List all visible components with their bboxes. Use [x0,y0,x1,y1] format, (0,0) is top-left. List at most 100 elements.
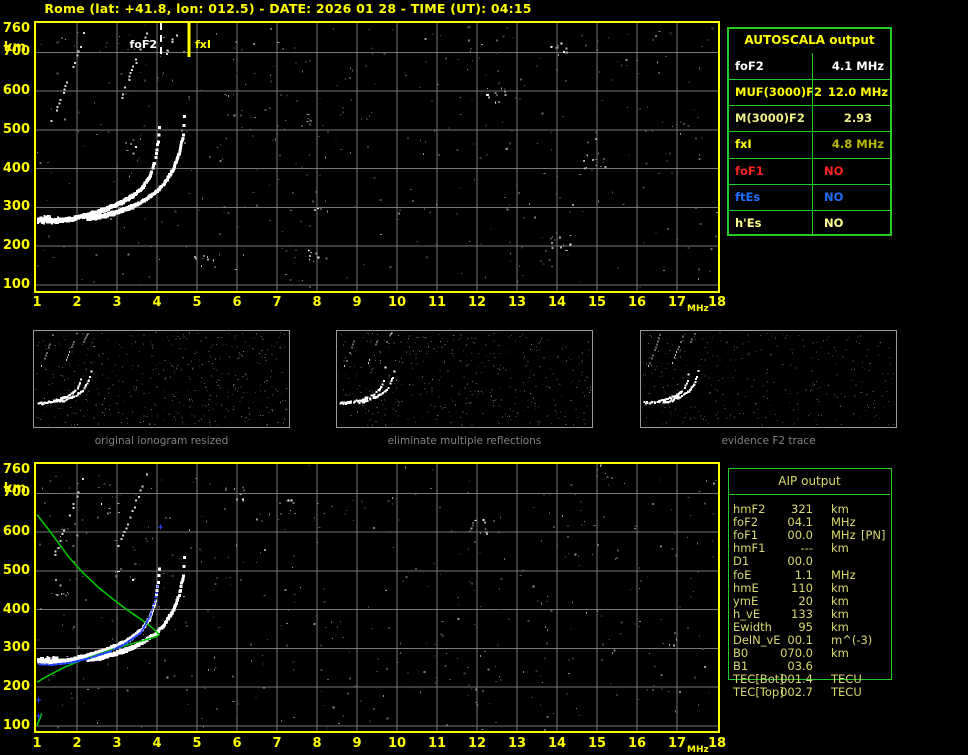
thumbnail-evidence-plot [642,332,895,426]
param-cell: fxI [735,137,752,152]
autoscala-table-column-divider [812,53,813,237]
unit-cell: m^(-3) [831,633,873,647]
x-axis-unit: MHz [687,745,709,755]
thumbnail-original-plot [35,332,288,426]
y-tick-label: 400 [2,160,30,176]
x-tick-label: 4 [152,736,162,751]
unit-cell: km [831,606,849,621]
thumbnail-caption: original ionogram resized [94,435,229,447]
value-cell: 04.1 [787,515,813,530]
value-cell: NO [824,189,844,204]
y-tick-label: 300 [2,199,30,215]
aip-table-title: AIP output [778,474,841,488]
table-row: ftEs NO [727,184,892,210]
y-tick-label: 300 [2,640,30,656]
table-row: foE 1.1 MHz [733,567,963,582]
x-tick-label: 4 [152,295,162,310]
x-tick-label: 1 [32,736,42,751]
aip-table-header-divider [729,494,890,495]
y-tick-label: 600 [2,524,30,540]
value-cell: 95 [798,619,813,634]
table-row: foF2 4.1 MHz [727,53,892,79]
x-tick-label: 15 [587,736,607,751]
param-cell: hmE [733,580,759,595]
thumbnail-eliminate-reflections [336,330,593,428]
value-cell: 00.0 [787,554,813,569]
param-cell: M(3000)F2 [735,111,805,126]
x-tick-label: 10 [387,295,407,310]
y-axis-unit: km [3,480,26,496]
x-tick-label: 7 [272,295,282,310]
param-cell: foF2 [733,515,759,530]
x-tick-label: 16 [627,736,647,751]
value-cell: 002.7 [780,685,813,700]
table-row: hmE 110 km [733,580,963,595]
unit-cell: km [831,541,849,556]
value-cell: 03.6 [787,659,813,674]
y-tick-label: 500 [2,121,30,137]
unit-cell: TECU [831,685,862,700]
x-tick-label: 12 [467,295,487,310]
value-cell: 110 [791,580,813,595]
value-cell: 133 [791,606,813,621]
value-cell: 00.1 [787,633,813,647]
value-cell: 001.4 [780,672,813,687]
value-cell: --- [800,541,813,556]
value-cell: 20 [798,593,813,608]
x-tick-label: 16 [627,295,647,310]
x-tick-label: 8 [312,295,322,310]
y-tick-label: 760 [2,20,30,36]
unit-cell: km [831,593,849,608]
value-cell: 4.1 MHz [831,59,885,73]
x-tick-label: 6 [232,736,242,751]
y-tick-label: 600 [2,83,30,99]
y-tick-label: 100 [2,718,30,733]
param-cell: MUF(3000)F2 [735,85,823,100]
table-row: TEC[Top] 002.7 TECU [733,686,963,699]
x-tick-label: 15 [587,295,607,310]
table-row: foF1 00.0 MHz [PN] [733,529,963,542]
value-cell: 2.93 [843,111,873,126]
param-cell: foF2 [735,59,764,73]
table-row: D1 00.0 [733,555,963,568]
value-cell: 1.1 [794,567,813,582]
window-title: Rome (lat: +41.8, lon: 012.5) - DATE: 20… [44,1,532,16]
fxi-marker-label: fxI [195,38,211,51]
unit-cell: km [831,619,849,634]
ionogram-plot-bottom [34,462,720,733]
unit-cell: TECU [831,672,862,687]
param-cell: ymE [733,593,759,608]
table-row: M(3000)F2 2.93 [727,105,892,131]
y-tick-label: 760 [2,461,30,477]
unit-cell: MHz [831,528,856,543]
autoscala-table-title: AUTOSCALA output [744,33,875,47]
param-cell: B1 [733,659,749,674]
x-tick-label: 11 [427,736,447,751]
thumbnail-original-ionogram [33,330,290,428]
x-tick-label: 6 [232,295,242,310]
thumbnail-eliminate-plot [338,332,591,426]
x-axis-unit: MHz [687,304,709,314]
table-row: TEC[Bot] 001.4 TECU [733,673,963,686]
thumbnail-evidence-f2 [640,330,897,428]
table-row: DelN_vE 00.1 m^(-3) [733,634,963,647]
x-tick-label: 10 [387,736,407,751]
unit-cell: km [831,580,849,595]
table-row: hmF2 321 km [733,503,963,516]
y-tick-label: 500 [2,562,30,578]
x-tick-label: 14 [547,295,567,310]
x-tick-label: 13 [507,295,527,310]
table-row: ymE 20 km [733,593,963,608]
table-row: B1 03.6 [733,660,963,673]
value-cell: 070.0 [780,646,813,661]
x-tick-label: 9 [352,736,362,751]
value-cell: 12.0 MHz [827,85,889,100]
param-cell: ftEs [735,189,761,204]
autoscala-output-screen: Rome (lat: +41.8, lon: 012.5) - DATE: 20… [0,0,968,755]
x-tick-label: 1 [32,295,42,310]
value-cell: NO [824,215,844,230]
param-cell: foE [733,567,752,582]
value-cell: 00.0 [787,528,813,543]
table-row: B0 070.0 km [733,647,963,660]
unit-cell: MHz [831,567,856,582]
